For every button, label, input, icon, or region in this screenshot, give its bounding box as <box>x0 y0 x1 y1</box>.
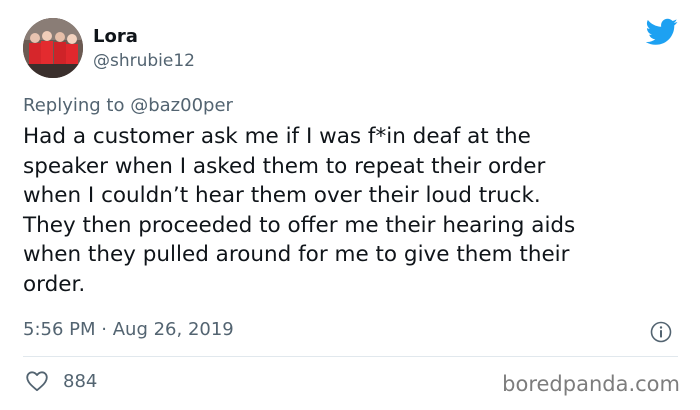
reply-mention-link[interactable]: @baz00per <box>130 95 233 116</box>
replying-to-label: Replying to <box>23 95 125 116</box>
like-count: 884 <box>63 370 98 392</box>
avatar[interactable] <box>23 18 83 78</box>
tweet-text: Had a customer ask me if I was f*in deaf… <box>23 124 576 297</box>
author-handle[interactable]: @shrubie12 <box>93 50 195 72</box>
tweet-date-link[interactable]: Aug 26, 2019 <box>113 319 234 340</box>
info-icon[interactable] <box>650 321 672 343</box>
tweet-header: Lora @shrubie12 <box>23 18 195 78</box>
replying-to: Replying to @baz00per <box>23 95 233 116</box>
tweet-card: Lora @shrubie12 Replying to @baz00per Ha… <box>0 0 700 410</box>
tweet-time-link[interactable]: 5:56 PM <box>23 319 96 340</box>
avatar-photo <box>23 18 83 78</box>
author-display-name[interactable]: Lora <box>93 25 195 49</box>
twitter-bird-icon[interactable] <box>645 18 678 46</box>
author-names: Lora @shrubie12 <box>93 25 195 72</box>
heart-icon <box>25 370 49 392</box>
timestamp-separator: · <box>101 319 107 340</box>
boredpanda-watermark: boredpanda.com <box>502 372 680 396</box>
like-button[interactable]: 884 <box>25 370 97 392</box>
divider <box>23 356 678 357</box>
tweet-timestamp: 5:56 PM · Aug 26, 2019 <box>23 319 234 340</box>
